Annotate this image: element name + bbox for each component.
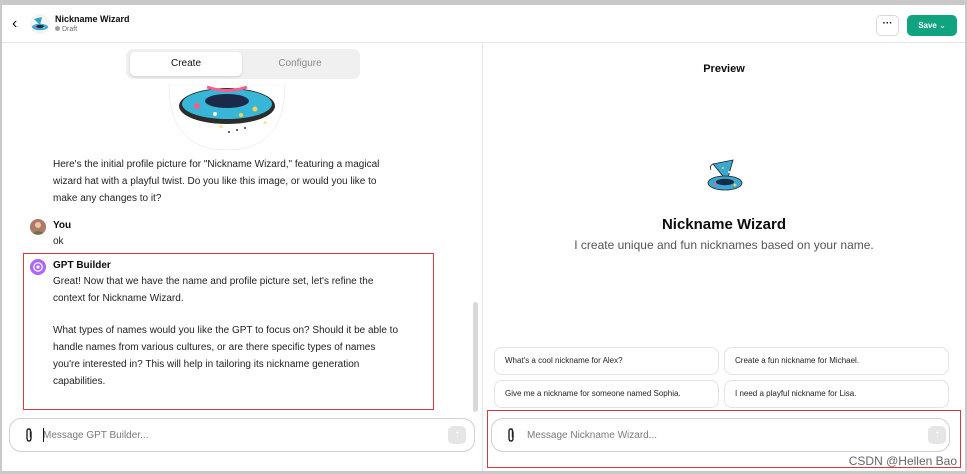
arrow-up-icon: ↑	[454, 429, 460, 440]
wizard-hat-avatar-icon	[30, 14, 50, 34]
builder-input-box: ↑	[9, 418, 475, 452]
top-bar: ‹ Nickname Wizard Draft ··· Save ⌄	[2, 5, 965, 43]
status-label: Draft	[62, 26, 78, 33]
arrow-up-icon: ↑	[934, 429, 940, 440]
builder-name: GPT Builder	[53, 260, 111, 271]
paperclip-icon[interactable]	[23, 428, 35, 442]
builder-message-1: Great! Now that we have the name and pro…	[53, 276, 374, 304]
user-name: You	[53, 220, 72, 231]
status-dot-icon	[55, 26, 60, 31]
suggestion-chip-1[interactable]: What's a cool nickname for Alex?	[494, 347, 719, 375]
paperclip-icon[interactable]	[505, 428, 517, 442]
draft-status: Draft	[55, 26, 77, 33]
tab-create[interactable]: Create	[130, 52, 242, 76]
mode-tabs: Create Configure	[126, 49, 360, 79]
send-button[interactable]: ↑	[448, 426, 466, 444]
text-cursor	[43, 428, 44, 442]
preview-heading: Preview	[703, 63, 745, 75]
wizard-hat-icon	[703, 154, 747, 198]
suggestion-chip-3[interactable]: Give me a nickname for someone named Sop…	[494, 380, 719, 408]
save-button[interactable]: Save ⌄	[907, 15, 957, 36]
preview-panel: Preview Nickname Wizard I create unique …	[483, 44, 965, 471]
scrollbar[interactable]	[473, 302, 478, 412]
gpt-description: I create unique and fun nicknames based …	[574, 238, 874, 252]
preview-input-box: ↑	[491, 418, 950, 452]
gpt-builder-icon	[30, 259, 46, 275]
suggestion-chip-4[interactable]: I need a playful nickname for Lisa.	[724, 380, 949, 408]
profile-picture-image	[168, 84, 286, 150]
preview-send-button[interactable]: ↑	[928, 426, 946, 444]
tab-configure[interactable]: Configure	[244, 52, 356, 76]
builder-message-2: What types of names would you like the G…	[53, 325, 399, 387]
user-avatar	[30, 219, 46, 235]
more-options-button[interactable]: ···	[876, 15, 899, 36]
gpt-title: Nickname Wizard	[55, 14, 130, 24]
builder-message-input[interactable]	[43, 427, 423, 443]
user-message: ok	[53, 236, 64, 247]
user-photo-icon	[30, 219, 46, 235]
watermark-text: CSDN @Hellen Bao	[848, 454, 957, 468]
builder-panel: Create Configure Here's the initial prof…	[2, 44, 482, 471]
suggestion-chip-2[interactable]: Create a fun nickname for Michael.	[724, 347, 949, 375]
app-window: ‹ Nickname Wizard Draft ··· Save ⌄ Creat…	[2, 5, 965, 471]
gpt-name: Nickname Wizard	[661, 216, 787, 233]
back-arrow-icon[interactable]: ‹	[12, 16, 26, 32]
intro-message: Here's the initial profile picture for "…	[53, 159, 380, 204]
preview-message-input[interactable]	[527, 427, 887, 443]
